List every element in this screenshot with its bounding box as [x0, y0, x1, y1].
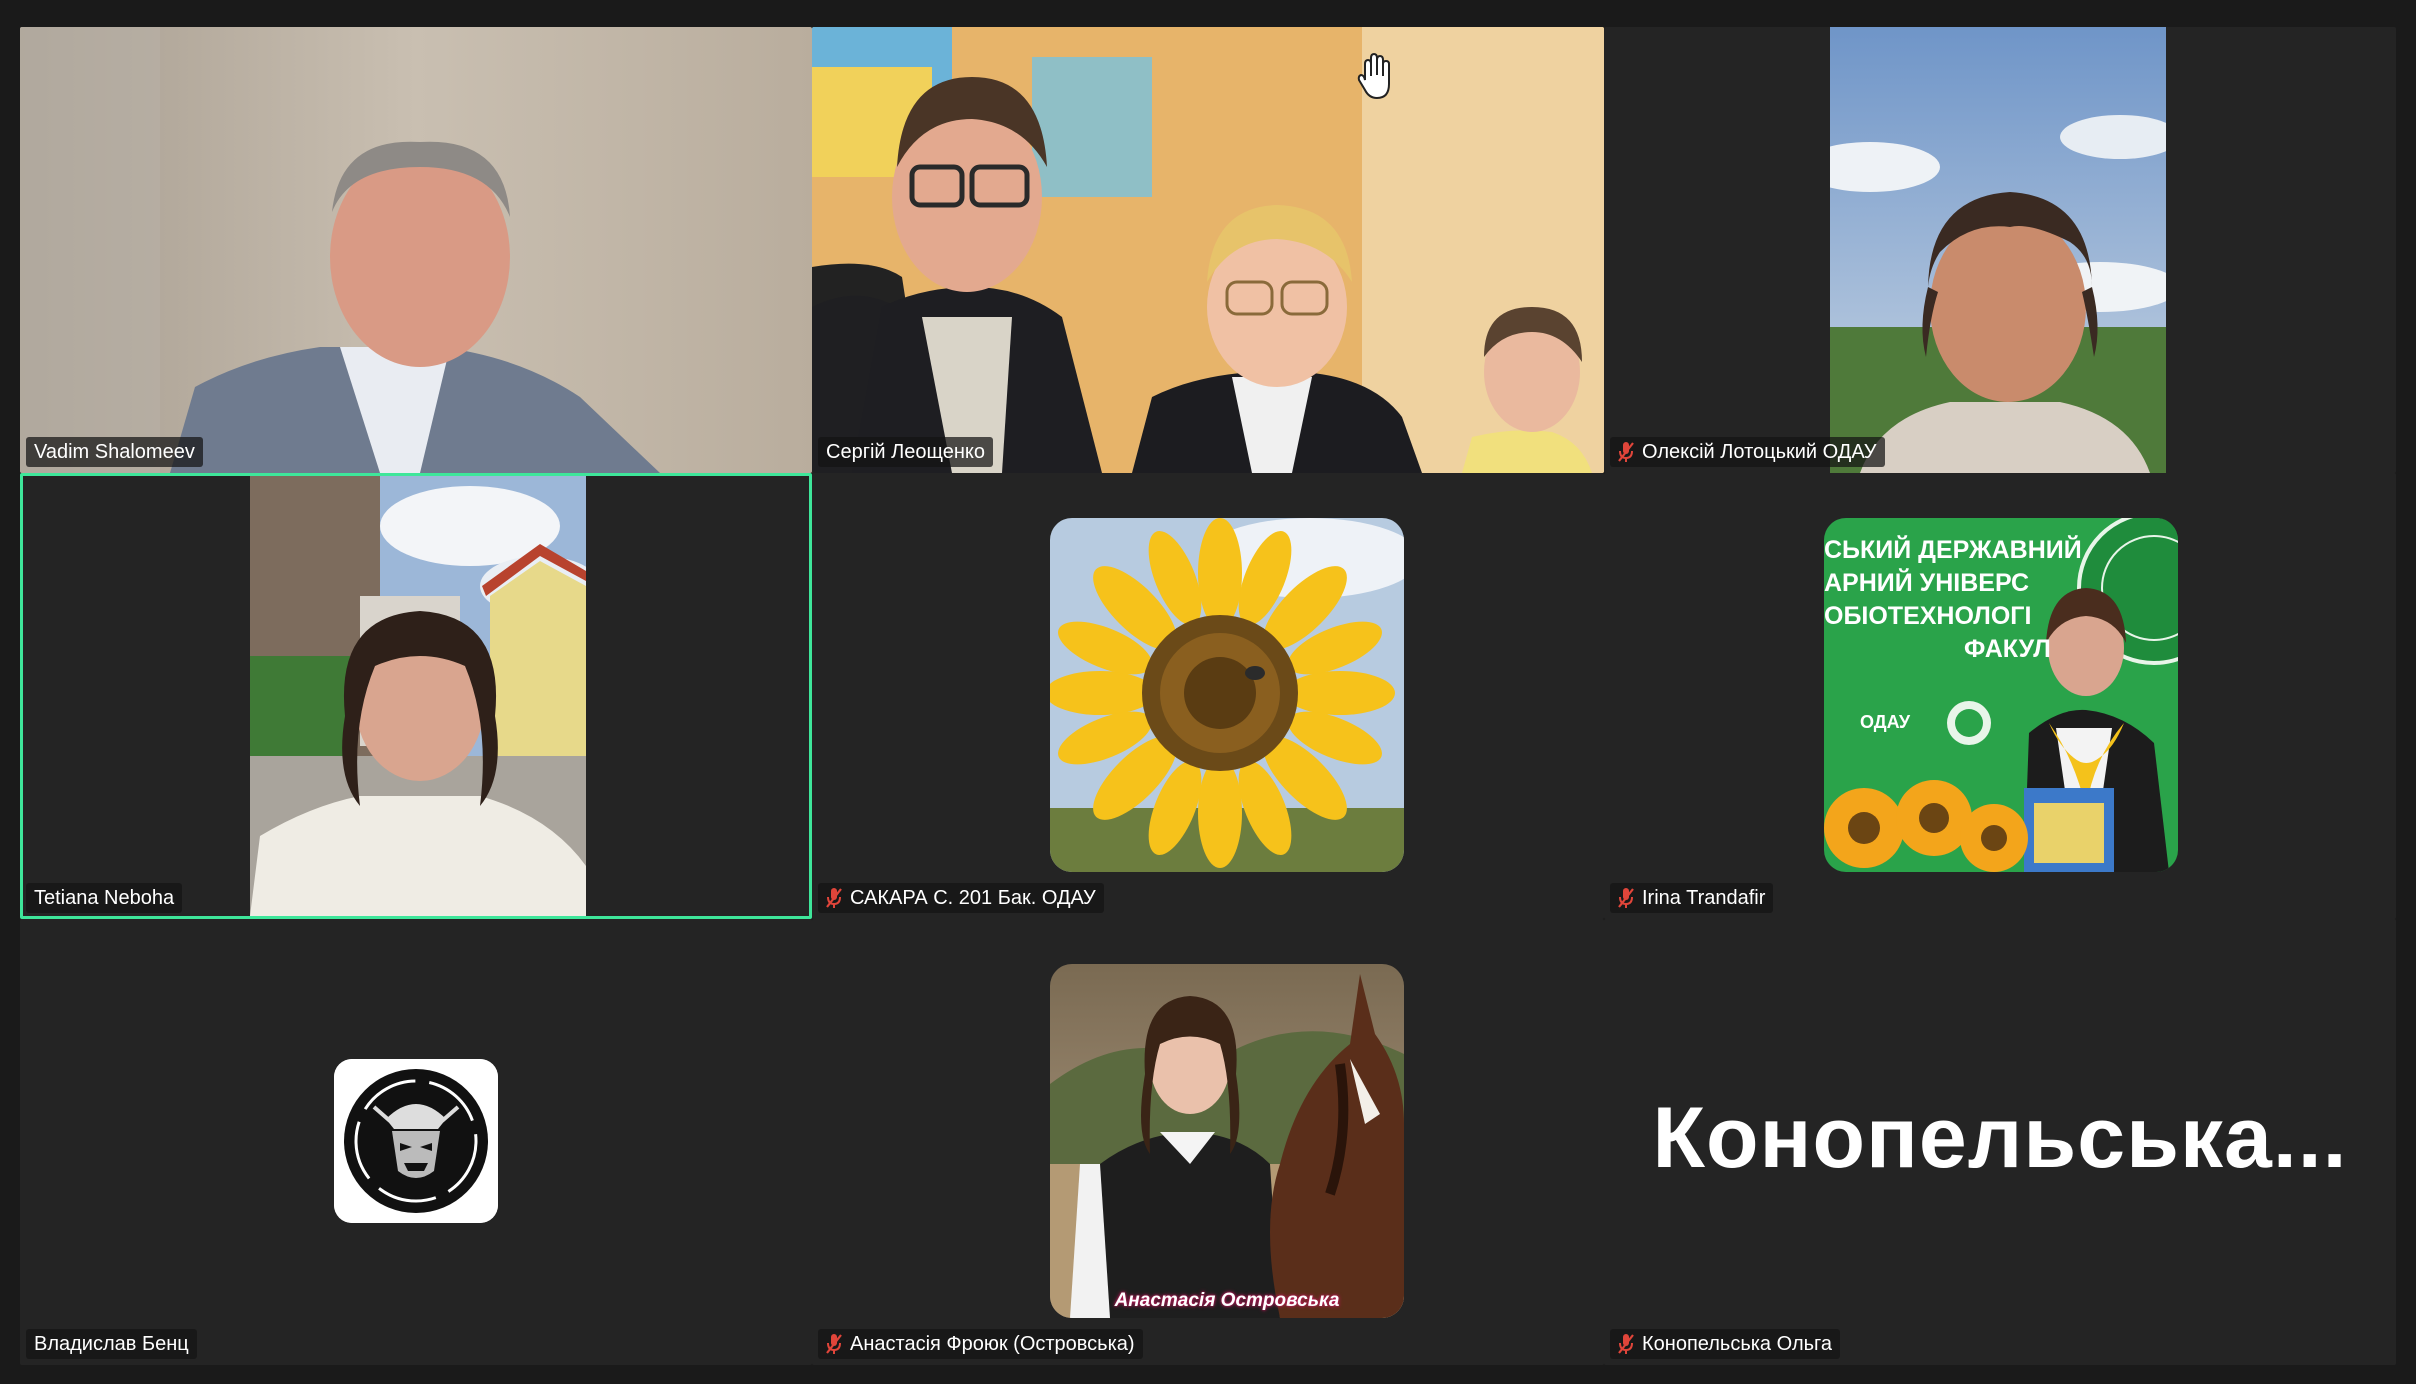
mic-muted-icon [1618, 441, 1634, 463]
participant-tile-tetiana[interactable]: Tetiana Neboha [20, 473, 812, 919]
participant-name: Олексій Лотоцький ОДАУ [1642, 441, 1877, 463]
mic-muted-icon [1618, 1333, 1634, 1355]
participant-name-tag: Сергій Леощенко [818, 437, 994, 467]
profile-picture [334, 1059, 498, 1223]
participant-name: Владислав Бенц [34, 1333, 189, 1355]
participant-tile-oleksii[interactable]: Олексій Лотоцький ОДАУ [1604, 27, 2396, 473]
participant-name-tag: Tetiana Neboha [26, 883, 183, 913]
video-gallery: Vadim Shalomeev Сергій Леощенко Олексій … [20, 27, 2396, 1365]
participant-name: Сергій Леощенко [826, 441, 986, 463]
participant-tile-irina[interactable]: СЬКИЙ ДЕРЖАВНИЙ АРНИЙ УНІВЕРС ОБІОТЕХНОЛ… [1604, 473, 2396, 919]
participant-tile-sakara[interactable]: САКАРА С. 201 Бак. ОДАУ [812, 473, 1604, 919]
participant-tile-vadim[interactable]: Vadim Shalomeev [20, 27, 812, 473]
mic-muted-icon [826, 1333, 842, 1355]
participant-name-tag: САКАРА С. 201 Бак. ОДАУ [818, 883, 1104, 913]
mic-muted-icon [826, 887, 842, 909]
participant-video [250, 476, 586, 916]
participant-name-tag: Олексій Лотоцький ОДАУ [1610, 437, 1885, 467]
participant-video [20, 27, 812, 473]
participant-tile-anastasiia[interactable]: Анастасія Островська Анастасія Фроюк (Ос… [812, 919, 1604, 1365]
participant-name-tag: Анастасія Фроюк (Островська) [818, 1329, 1143, 1359]
participant-name: САКАРА С. 201 Бак. ОДАУ [850, 887, 1096, 909]
participant-video [812, 27, 1604, 473]
profile-picture [1050, 518, 1404, 872]
participant-video [1830, 27, 2166, 473]
participant-tile-vladyslav[interactable]: Владислав Бенц [20, 919, 812, 1365]
raised-hand-icon [1355, 52, 1399, 102]
participant-name-tag: Конопельська Ольга [1610, 1329, 1841, 1359]
photo-caption: Анастасія Островська [1114, 1290, 1340, 1311]
banner-text: СЬКИЙ ДЕРЖАВНИЙ АРНИЙ УНІВЕРС ОБІОТЕХНОЛ… [1824, 536, 2082, 663]
participant-name: Конопельська Ольга [1642, 1333, 1833, 1355]
participant-tile-konopelska[interactable]: Конопельська... Конопельська Ольга [1604, 919, 2396, 1365]
participant-name-tag: Владислав Бенц [26, 1329, 197, 1359]
banner-logo-text: ОДАУ [1860, 712, 1911, 732]
participant-name: Tetiana Neboha [34, 887, 175, 909]
profile-picture: Анастасія Островська [1050, 964, 1404, 1318]
participant-name: Анастасія Фроюк (Островська) [850, 1333, 1135, 1355]
participant-name-tag: Irina Trandafir [1610, 883, 1774, 913]
profile-picture: СЬКИЙ ДЕРЖАВНИЙ АРНИЙ УНІВЕРС ОБІОТЕХНОЛ… [1824, 518, 2178, 872]
participant-name-tag: Vadim Shalomeev [26, 437, 203, 467]
participant-tile-serhii[interactable]: Сергій Леощенко [812, 27, 1604, 473]
participant-name: Vadim Shalomeev [34, 441, 195, 463]
mic-muted-icon [1618, 887, 1634, 909]
participant-name: Irina Trandafir [1642, 887, 1766, 909]
participant-name-placeholder: Конопельська... [1652, 1090, 2348, 1186]
